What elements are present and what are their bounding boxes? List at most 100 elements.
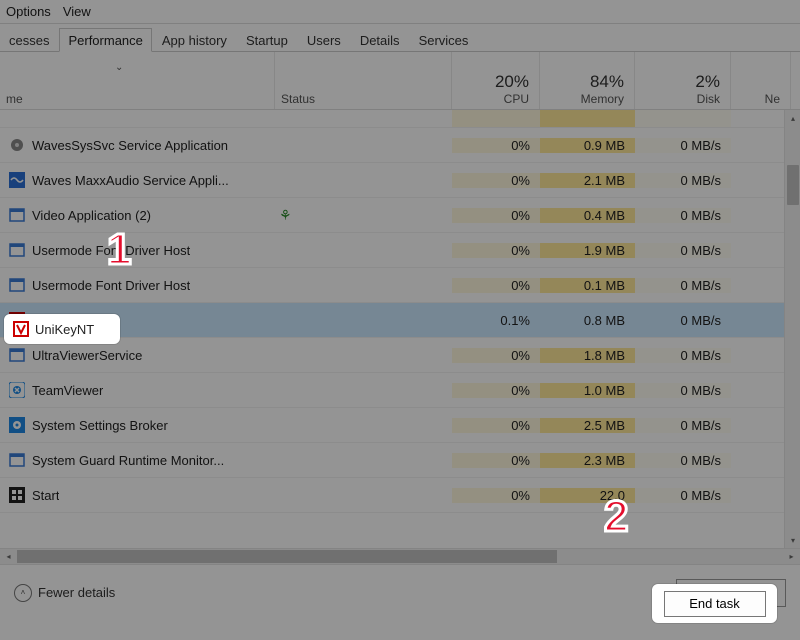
process-list: WavesSysSvc Service Application0%0.9 MB0…: [0, 110, 800, 548]
process-cpu: 0%: [452, 418, 540, 433]
process-cpu: 0%: [452, 138, 540, 153]
memory-label: Memory: [581, 92, 624, 106]
process-memory: 1.9 MB: [540, 243, 635, 258]
process-memory: 0.1 MB: [540, 278, 635, 293]
column-memory[interactable]: 84% Memory: [540, 52, 635, 109]
process-cpu: 0%: [452, 348, 540, 363]
process-cpu: 0%: [452, 488, 540, 503]
chevron-down-icon: ⌄: [115, 62, 123, 73]
app-icon: [8, 346, 26, 364]
table-row[interactable]: TeamViewer 0%1.0 MB0 MB/s: [0, 373, 784, 408]
table-row[interactable]: Start0%22.00 MB/s: [0, 478, 784, 513]
table-row[interactable]: Waves MaxxAudio Service Appli... 0%2.1 MB…: [0, 163, 784, 198]
process-disk: 0 MB/s: [635, 243, 731, 258]
chevron-up-icon: ˄: [14, 584, 32, 602]
column-status-label: Status: [281, 92, 315, 106]
disk-label: Disk: [697, 92, 720, 106]
column-headers: ⌄ me Status 20% CPU 84% Memory 2% Disk N…: [0, 52, 800, 110]
app-icon: [8, 451, 26, 469]
tab-users[interactable]: Users: [298, 28, 350, 51]
disk-usage: 2%: [695, 72, 720, 92]
team-icon: [8, 381, 26, 399]
process-name: System Guard Runtime Monitor...: [32, 453, 224, 468]
table-row[interactable]: System Settings Broker0%2.5 MB0 MB/s: [0, 408, 784, 443]
tab-services[interactable]: Services: [410, 28, 478, 51]
process-disk: 0 MB/s: [635, 278, 731, 293]
annotation-2: 2: [604, 492, 628, 542]
table-row[interactable]: UltraViewerService 0%1.8 MB0 MB/s: [0, 338, 784, 373]
highlight-process-name: UniKeyNT: [35, 322, 94, 337]
gearblue-icon: [8, 416, 26, 434]
process-cpu: 0%: [452, 173, 540, 188]
process-disk: 0 MB/s: [635, 313, 731, 328]
process-disk: 0 MB/s: [635, 138, 731, 153]
process-cpu: 0.1%: [452, 313, 540, 328]
start-icon: [8, 486, 26, 504]
network-label: Ne: [765, 92, 780, 106]
fewer-details-button[interactable]: ˄ Fewer details: [14, 584, 115, 602]
column-network[interactable]: Ne: [731, 52, 791, 109]
highlight-process[interactable]: UniKeyNT: [4, 314, 120, 344]
annotation-1: 1: [107, 225, 131, 275]
scroll-left-arrow[interactable]: ◂: [0, 548, 17, 565]
process-disk: 0 MB/s: [635, 383, 731, 398]
cpu-label: CPU: [504, 92, 529, 106]
tab-app-history[interactable]: App history: [153, 28, 236, 51]
tab-processes[interactable]: cesses: [0, 28, 58, 51]
process-cpu: 0%: [452, 278, 540, 293]
waves-icon: [8, 171, 26, 189]
leaf-icon: ⚘: [279, 207, 292, 224]
process-disk: 0 MB/s: [635, 348, 731, 363]
tab-performance[interactable]: Performance: [59, 28, 151, 52]
process-cpu: 0%: [452, 208, 540, 223]
table-row[interactable]: System Guard Runtime Monitor... 0%2.3 MB0…: [0, 443, 784, 478]
app-icon: [8, 241, 26, 259]
column-disk[interactable]: 2% Disk: [635, 52, 731, 109]
process-memory: 0.8 MB: [540, 313, 635, 328]
process-cpu: 0%: [452, 383, 540, 398]
vertical-scrollbar[interactable]: ▴ ▾: [784, 110, 800, 548]
process-name: WavesSysSvc Service Application: [32, 138, 228, 153]
scroll-up-arrow[interactable]: ▴: [785, 110, 800, 126]
process-cpu: 0%: [452, 453, 540, 468]
process-disk: 0 MB/s: [635, 453, 731, 468]
process-name: Start: [32, 488, 59, 503]
memory-usage: 84%: [590, 72, 624, 92]
scroll-right-arrow[interactable]: ▸: [783, 548, 800, 565]
menu-bar: Options View: [0, 0, 800, 24]
process-disk: 0 MB/s: [635, 488, 731, 503]
tab-details[interactable]: Details: [351, 28, 409, 51]
tab-bar: cesses Performance App history Startup U…: [0, 24, 800, 52]
scroll-down-arrow[interactable]: ▾: [785, 532, 800, 548]
column-name-label: me: [6, 92, 23, 106]
scroll-thumb-h[interactable]: [17, 550, 557, 563]
highlight-end-task: End task: [652, 584, 777, 623]
process-name: UltraViewerService: [32, 348, 142, 363]
menu-options[interactable]: Options: [6, 4, 51, 19]
process-memory: 1.8 MB: [540, 348, 635, 363]
process-name: Waves MaxxAudio Service Appli...: [32, 173, 229, 188]
process-status: ⚘: [275, 207, 452, 224]
column-name[interactable]: ⌄ me: [0, 52, 275, 109]
fewer-details-label: Fewer details: [38, 585, 115, 600]
scroll-thumb[interactable]: [787, 165, 799, 205]
process-name: Video Application (2): [32, 208, 151, 223]
cpu-usage: 20%: [495, 72, 529, 92]
app-icon: [8, 206, 26, 224]
process-memory: 2.1 MB: [540, 173, 635, 188]
column-cpu[interactable]: 20% CPU: [452, 52, 540, 109]
table-row[interactable]: WavesSysSvc Service Application0%0.9 MB0…: [0, 128, 784, 163]
column-status[interactable]: Status: [275, 52, 452, 109]
process-name: TeamViewer: [32, 383, 103, 398]
process-memory: 0.4 MB: [540, 208, 635, 223]
menu-view[interactable]: View: [63, 4, 91, 19]
horizontal-scrollbar[interactable]: ◂ ▸: [0, 548, 800, 565]
process-disk: 0 MB/s: [635, 208, 731, 223]
process-disk: 0 MB/s: [635, 173, 731, 188]
app-icon: [8, 276, 26, 294]
end-task-button-highlighted[interactable]: End task: [664, 591, 766, 617]
process-cpu: 0%: [452, 243, 540, 258]
tab-startup[interactable]: Startup: [237, 28, 297, 51]
process-memory: 1.0 MB: [540, 383, 635, 398]
process-memory: 2.3 MB: [540, 453, 635, 468]
